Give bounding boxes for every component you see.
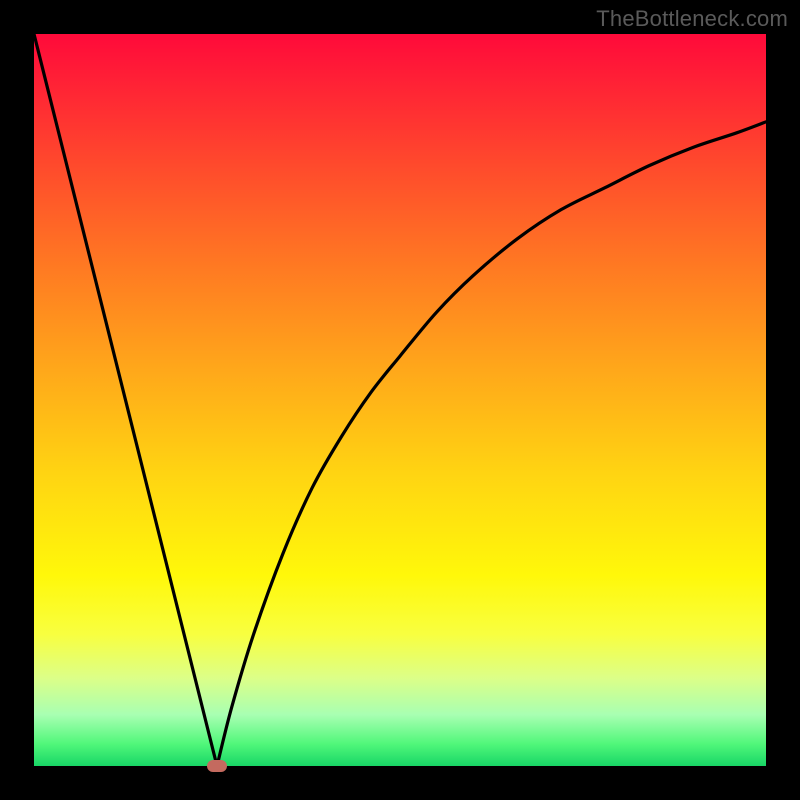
plot-area xyxy=(34,34,766,766)
curve-right-branch xyxy=(217,122,766,766)
chart-frame: TheBottleneck.com xyxy=(0,0,800,800)
curve-svg xyxy=(34,34,766,766)
minimum-marker xyxy=(207,760,227,772)
watermark-text: TheBottleneck.com xyxy=(596,6,788,32)
curve-left-branch xyxy=(34,34,217,766)
